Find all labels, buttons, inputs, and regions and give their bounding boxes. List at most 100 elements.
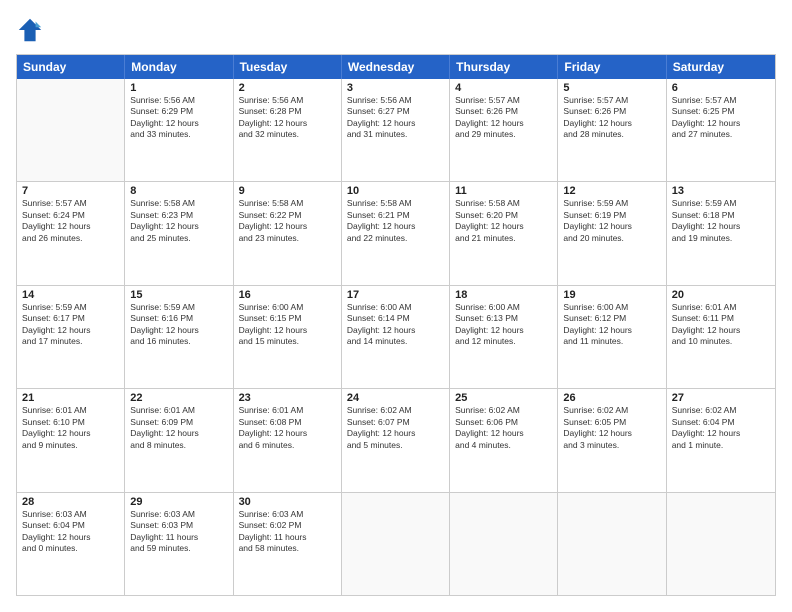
day-number: 1 [130,82,227,94]
cell-info: Sunrise: 6:01 AM Sunset: 6:10 PM Dayligh… [22,405,119,451]
cell-info: Sunrise: 6:03 AM Sunset: 6:04 PM Dayligh… [22,509,119,555]
cell-info: Sunrise: 5:59 AM Sunset: 6:16 PM Dayligh… [130,302,227,348]
cell-info: Sunrise: 6:02 AM Sunset: 6:06 PM Dayligh… [455,405,552,451]
day-number: 2 [239,82,336,94]
cell-info: Sunrise: 5:58 AM Sunset: 6:21 PM Dayligh… [347,198,444,244]
day-number: 3 [347,82,444,94]
cell-info: Sunrise: 6:01 AM Sunset: 6:11 PM Dayligh… [672,302,770,348]
calendar-row: 7Sunrise: 5:57 AM Sunset: 6:24 PM Daylig… [17,182,775,285]
calendar-cell: 23Sunrise: 6:01 AM Sunset: 6:08 PM Dayli… [234,389,342,491]
calendar-cell: 4Sunrise: 5:57 AM Sunset: 6:26 PM Daylig… [450,79,558,181]
day-number: 17 [347,289,444,301]
cell-info: Sunrise: 6:02 AM Sunset: 6:05 PM Dayligh… [563,405,660,451]
calendar-cell: 11Sunrise: 5:58 AM Sunset: 6:20 PM Dayli… [450,182,558,284]
calendar-cell: 3Sunrise: 5:56 AM Sunset: 6:27 PM Daylig… [342,79,450,181]
calendar-cell: 20Sunrise: 6:01 AM Sunset: 6:11 PM Dayli… [667,286,775,388]
day-number: 16 [239,289,336,301]
cell-info: Sunrise: 5:59 AM Sunset: 6:18 PM Dayligh… [672,198,770,244]
calendar-cell: 17Sunrise: 6:00 AM Sunset: 6:14 PM Dayli… [342,286,450,388]
page: SundayMondayTuesdayWednesdayThursdayFrid… [0,0,792,612]
calendar-row: 28Sunrise: 6:03 AM Sunset: 6:04 PM Dayli… [17,493,775,595]
cell-info: Sunrise: 5:56 AM Sunset: 6:28 PM Dayligh… [239,95,336,141]
day-number: 5 [563,82,660,94]
calendar-row: 1Sunrise: 5:56 AM Sunset: 6:29 PM Daylig… [17,79,775,182]
day-number: 21 [22,392,119,404]
calendar-cell: 13Sunrise: 5:59 AM Sunset: 6:18 PM Dayli… [667,182,775,284]
header [16,16,776,44]
cell-info: Sunrise: 5:59 AM Sunset: 6:19 PM Dayligh… [563,198,660,244]
calendar-cell: 28Sunrise: 6:03 AM Sunset: 6:04 PM Dayli… [17,493,125,595]
day-number: 14 [22,289,119,301]
cell-info: Sunrise: 6:00 AM Sunset: 6:14 PM Dayligh… [347,302,444,348]
weekday-header: Monday [125,55,233,79]
calendar-cell: 26Sunrise: 6:02 AM Sunset: 6:05 PM Dayli… [558,389,666,491]
calendar-cell: 22Sunrise: 6:01 AM Sunset: 6:09 PM Dayli… [125,389,233,491]
day-number: 22 [130,392,227,404]
logo-icon [16,16,44,44]
day-number: 8 [130,185,227,197]
day-number: 28 [22,496,119,508]
calendar-cell: 30Sunrise: 6:03 AM Sunset: 6:02 PM Dayli… [234,493,342,595]
day-number: 25 [455,392,552,404]
calendar-cell: 1Sunrise: 5:56 AM Sunset: 6:29 PM Daylig… [125,79,233,181]
calendar-cell: 25Sunrise: 6:02 AM Sunset: 6:06 PM Dayli… [450,389,558,491]
cell-info: Sunrise: 5:57 AM Sunset: 6:24 PM Dayligh… [22,198,119,244]
calendar-cell [342,493,450,595]
day-number: 30 [239,496,336,508]
weekday-header: Wednesday [342,55,450,79]
calendar-cell: 19Sunrise: 6:00 AM Sunset: 6:12 PM Dayli… [558,286,666,388]
cell-info: Sunrise: 5:59 AM Sunset: 6:17 PM Dayligh… [22,302,119,348]
cell-info: Sunrise: 6:03 AM Sunset: 6:03 PM Dayligh… [130,509,227,555]
cell-info: Sunrise: 6:02 AM Sunset: 6:04 PM Dayligh… [672,405,770,451]
calendar-cell [558,493,666,595]
cell-info: Sunrise: 6:01 AM Sunset: 6:08 PM Dayligh… [239,405,336,451]
calendar: SundayMondayTuesdayWednesdayThursdayFrid… [16,54,776,596]
weekday-header: Tuesday [234,55,342,79]
calendar-cell [450,493,558,595]
logo [16,16,48,44]
day-number: 6 [672,82,770,94]
weekday-header: Sunday [17,55,125,79]
day-number: 7 [22,185,119,197]
day-number: 18 [455,289,552,301]
cell-info: Sunrise: 5:58 AM Sunset: 6:20 PM Dayligh… [455,198,552,244]
day-number: 13 [672,185,770,197]
day-number: 26 [563,392,660,404]
day-number: 23 [239,392,336,404]
calendar-cell: 15Sunrise: 5:59 AM Sunset: 6:16 PM Dayli… [125,286,233,388]
calendar-cell: 2Sunrise: 5:56 AM Sunset: 6:28 PM Daylig… [234,79,342,181]
day-number: 4 [455,82,552,94]
cell-info: Sunrise: 5:56 AM Sunset: 6:29 PM Dayligh… [130,95,227,141]
cell-info: Sunrise: 6:03 AM Sunset: 6:02 PM Dayligh… [239,509,336,555]
day-number: 10 [347,185,444,197]
calendar-cell: 10Sunrise: 5:58 AM Sunset: 6:21 PM Dayli… [342,182,450,284]
cell-info: Sunrise: 6:01 AM Sunset: 6:09 PM Dayligh… [130,405,227,451]
cell-info: Sunrise: 5:58 AM Sunset: 6:23 PM Dayligh… [130,198,227,244]
cell-info: Sunrise: 5:57 AM Sunset: 6:26 PM Dayligh… [563,95,660,141]
calendar-row: 14Sunrise: 5:59 AM Sunset: 6:17 PM Dayli… [17,286,775,389]
calendar-cell: 8Sunrise: 5:58 AM Sunset: 6:23 PM Daylig… [125,182,233,284]
cell-info: Sunrise: 6:00 AM Sunset: 6:12 PM Dayligh… [563,302,660,348]
cell-info: Sunrise: 5:57 AM Sunset: 6:26 PM Dayligh… [455,95,552,141]
cell-info: Sunrise: 5:57 AM Sunset: 6:25 PM Dayligh… [672,95,770,141]
calendar-cell: 21Sunrise: 6:01 AM Sunset: 6:10 PM Dayli… [17,389,125,491]
weekday-header: Saturday [667,55,775,79]
day-number: 29 [130,496,227,508]
calendar-cell: 5Sunrise: 5:57 AM Sunset: 6:26 PM Daylig… [558,79,666,181]
weekday-header: Thursday [450,55,558,79]
calendar-cell: 24Sunrise: 6:02 AM Sunset: 6:07 PM Dayli… [342,389,450,491]
cell-info: Sunrise: 5:56 AM Sunset: 6:27 PM Dayligh… [347,95,444,141]
calendar-cell: 16Sunrise: 6:00 AM Sunset: 6:15 PM Dayli… [234,286,342,388]
calendar-cell: 7Sunrise: 5:57 AM Sunset: 6:24 PM Daylig… [17,182,125,284]
calendar-cell: 9Sunrise: 5:58 AM Sunset: 6:22 PM Daylig… [234,182,342,284]
calendar-header: SundayMondayTuesdayWednesdayThursdayFrid… [17,55,775,79]
calendar-cell: 18Sunrise: 6:00 AM Sunset: 6:13 PM Dayli… [450,286,558,388]
calendar-cell [17,79,125,181]
weekday-header: Friday [558,55,666,79]
day-number: 20 [672,289,770,301]
day-number: 11 [455,185,552,197]
day-number: 24 [347,392,444,404]
cell-info: Sunrise: 6:02 AM Sunset: 6:07 PM Dayligh… [347,405,444,451]
calendar-cell: 29Sunrise: 6:03 AM Sunset: 6:03 PM Dayli… [125,493,233,595]
day-number: 15 [130,289,227,301]
